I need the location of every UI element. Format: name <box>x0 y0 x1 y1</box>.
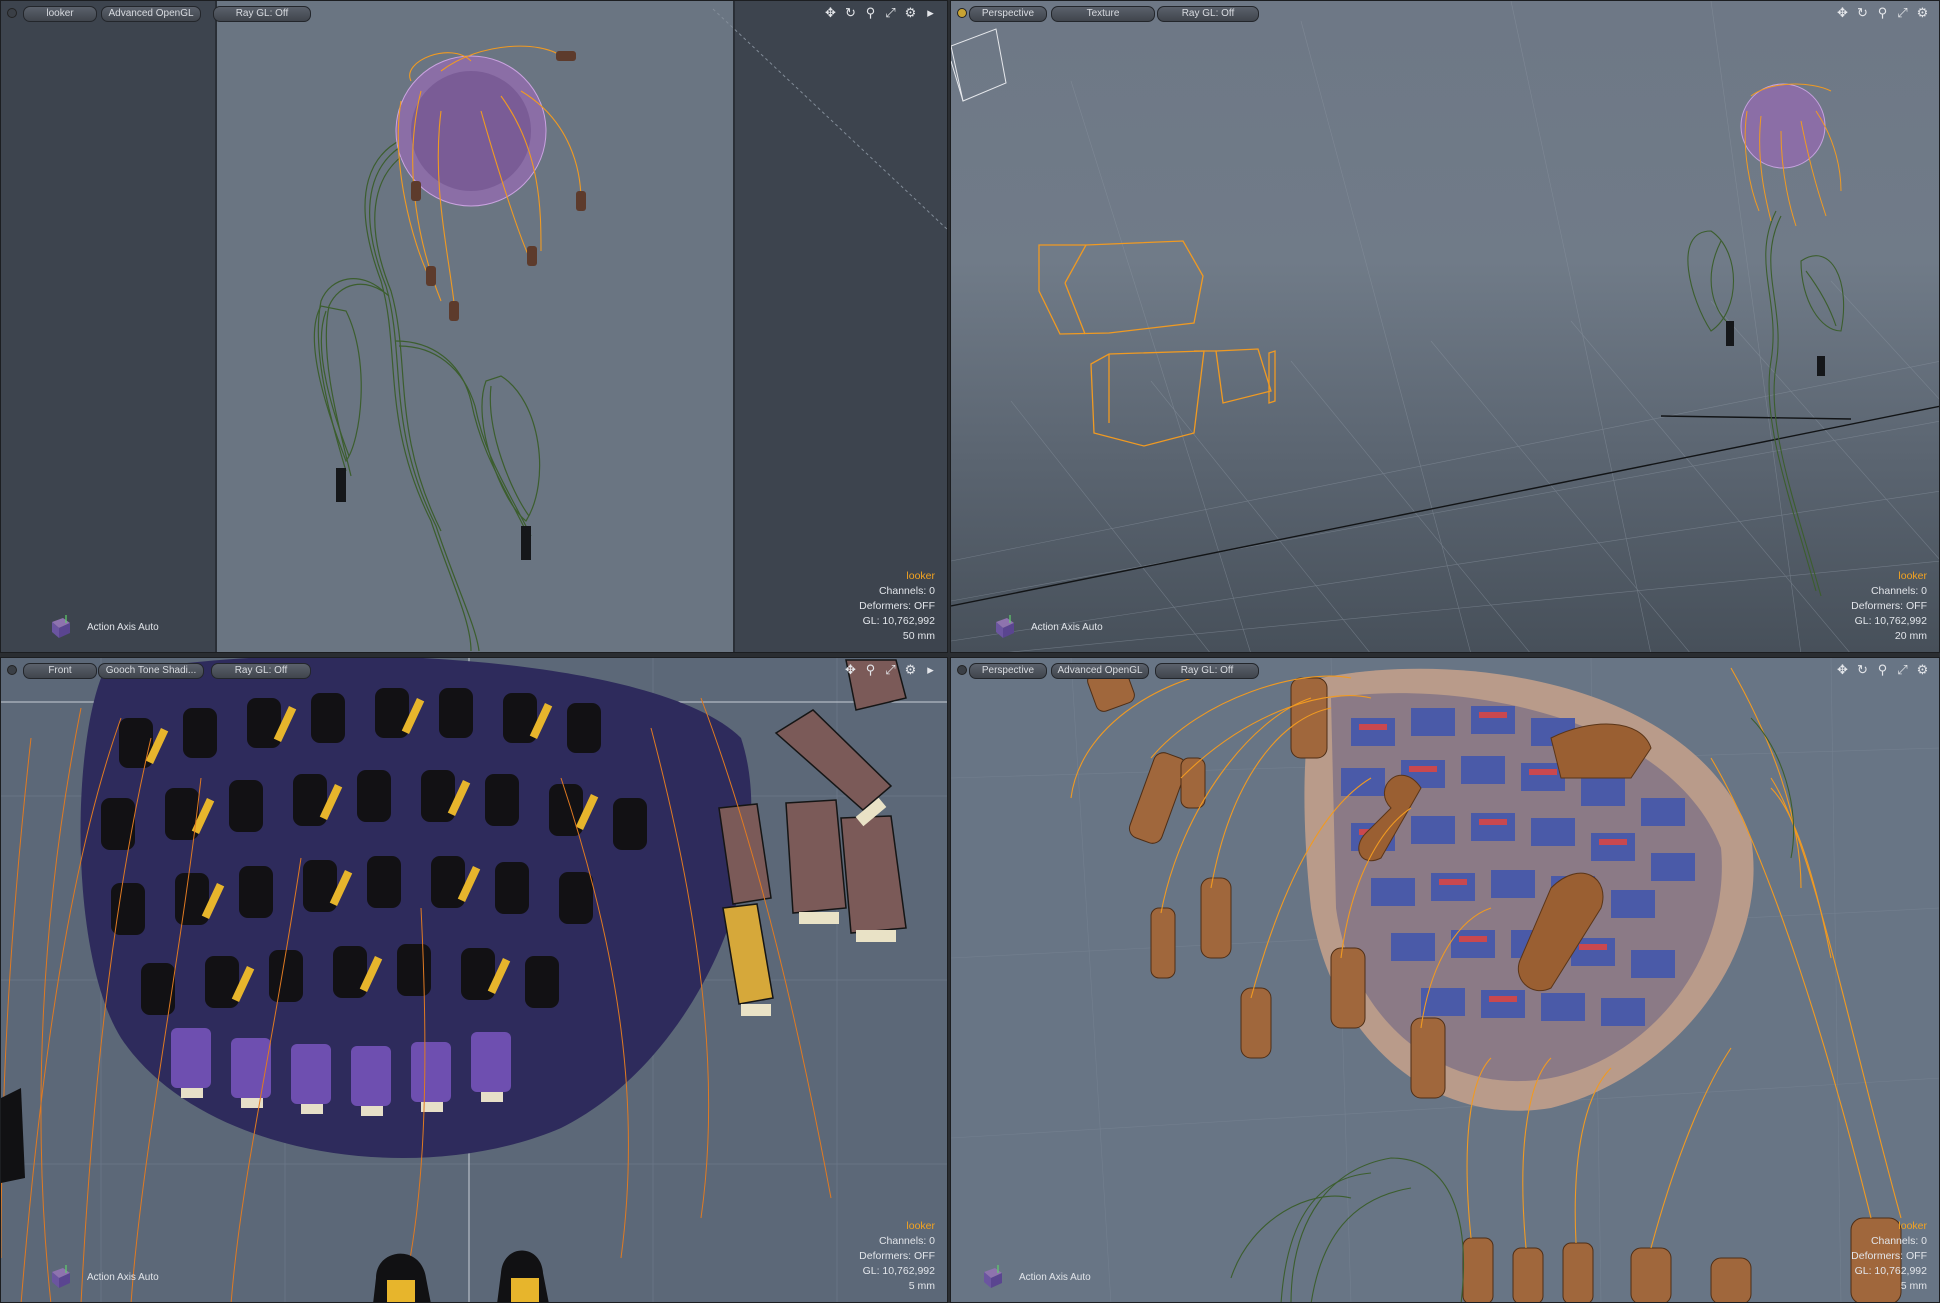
viewport-camera-header: looker Advanced OpenGL Ray GL: Off ✥ ↻ ⚲… <box>1 1 947 25</box>
move-icon[interactable]: ✥ <box>842 661 859 678</box>
rotate-icon[interactable]: ↻ <box>1854 661 1871 678</box>
info-scale: 20 mm <box>1894 630 1927 642</box>
zoom-icon[interactable]: ⚲ <box>1874 4 1891 21</box>
viewport-front-gooch[interactable]: Front Gooch Tone Shadi... Ray GL: Off ✥ … <box>0 657 948 1303</box>
perspective-scene <box>951 1 1939 652</box>
action-axis-widget: Action Axis Auto <box>49 614 159 640</box>
menu-arrow-icon[interactable]: ▸ <box>922 661 939 678</box>
camera-mask-right <box>734 1 947 652</box>
info-gl-count: GL: 10,762,992 <box>1854 615 1927 627</box>
viewport-perspective-texture-header: Perspective Texture Ray GL: Off ✥ ↻ ⚲ ⤢ … <box>951 1 1939 25</box>
sunflower-head-perspective <box>1304 668 1754 1111</box>
tab-raygl[interactable]: Ray GL: Off <box>1155 663 1259 679</box>
info-scale: 50 mm <box>902 630 935 642</box>
info-deformers: Deformers: OFF <box>859 600 935 612</box>
info-item-name: looker <box>1898 1220 1927 1232</box>
gear-icon[interactable]: ⚙ <box>902 4 919 21</box>
sunflower-model-perspective <box>1687 83 1845 597</box>
viewport-tools: ✥ ↻ ⚲ ⤢ ⚙ ▸ <box>822 4 939 21</box>
viewport-tools: ✥ ↻ ⚲ ⤢ ⚙ <box>1834 4 1931 21</box>
camera-wireframe <box>1038 240 1276 447</box>
viewport-front-gooch-header: Front Gooch Tone Shadi... Ray GL: Off ✥ … <box>1 658 947 682</box>
viewport-perspective-texture[interactable]: Perspective Texture Ray GL: Off ✥ ↻ ⚲ ⤢ … <box>950 0 1940 653</box>
info-item-name: looker <box>906 570 935 582</box>
maximize-icon[interactable]: ⤢ <box>882 4 899 21</box>
action-axis-widget: Action Axis Auto <box>49 1264 159 1290</box>
viewport-camera[interactable]: looker Advanced OpenGL Ray GL: Off ✥ ↻ ⚲… <box>0 0 948 653</box>
axis-cube-icon <box>996 615 1014 638</box>
action-axis-label: Action Axis Auto <box>1031 621 1103 633</box>
info-gl-count: GL: 10,762,992 <box>1854 1265 1927 1277</box>
gear-icon[interactable]: ⚙ <box>1914 4 1931 21</box>
info-channels: Channels: 0 <box>1870 1235 1927 1247</box>
gear-icon[interactable]: ⚙ <box>902 661 919 678</box>
info-item-name: looker <box>906 1220 935 1232</box>
viewport-perspective-opengl-header: Perspective Advanced OpenGL Ray GL: Off … <box>951 658 1939 682</box>
viewport-info: looker Channels: 0 Deformers: OFF GL: 10… <box>1851 1219 1927 1294</box>
action-axis-widget: Action Axis Auto <box>993 614 1103 640</box>
viewport-info: looker Channels: 0 Deformers: OFF GL: 10… <box>1851 569 1927 644</box>
rotate-icon[interactable]: ↻ <box>842 4 859 21</box>
tab-view-looker[interactable]: looker <box>23 6 97 22</box>
tab-shading-advanced-opengl[interactable]: Advanced OpenGL <box>101 6 201 22</box>
viewport-menu-button[interactable] <box>7 665 17 675</box>
info-gl-count: GL: 10,762,992 <box>862 615 935 627</box>
perspective-opengl-scene <box>951 658 1939 1302</box>
viewport-info: looker Channels: 0 Deformers: OFF GL: 10… <box>859 569 935 644</box>
tab-shading-gooch[interactable]: Gooch Tone Shadi... <box>98 663 204 679</box>
zoom-icon[interactable]: ⚲ <box>1874 661 1891 678</box>
info-gl-count: GL: 10,762,992 <box>862 1265 935 1277</box>
maximize-icon[interactable]: ⤢ <box>1894 661 1911 678</box>
action-axis-label: Action Axis Auto <box>87 1271 159 1283</box>
info-scale: 5 mm <box>1900 1280 1927 1292</box>
tab-raygl[interactable]: Ray GL: Off <box>211 663 311 679</box>
viewport-menu-button[interactable] <box>957 8 967 18</box>
menu-arrow-icon[interactable]: ▸ <box>922 4 939 21</box>
gear-icon[interactable]: ⚙ <box>1914 661 1931 678</box>
viewport-perspective-opengl[interactable]: Perspective Advanced OpenGL Ray GL: Off … <box>950 657 1940 1303</box>
tab-view-perspective[interactable]: Perspective <box>969 663 1047 679</box>
info-deformers: Deformers: OFF <box>859 1250 935 1262</box>
viewport-menu-button[interactable] <box>957 665 967 675</box>
sunflower-model <box>313 45 586 652</box>
action-axis-label: Action Axis Auto <box>1019 1271 1091 1283</box>
info-scale: 5 mm <box>908 1280 935 1292</box>
viewport-menu-button[interactable] <box>7 8 17 18</box>
move-icon[interactable]: ✥ <box>1834 661 1851 678</box>
axis-cube-icon <box>52 615 70 638</box>
tab-raygl[interactable]: Ray GL: Off <box>1157 6 1259 22</box>
maximize-icon[interactable]: ⤢ <box>1894 4 1911 21</box>
front-scene <box>1 658 947 1302</box>
tab-view-front[interactable]: Front <box>23 663 97 679</box>
maximize-icon[interactable]: ⤢ <box>882 661 899 678</box>
camera-scene <box>1 1 947 652</box>
move-icon[interactable]: ✥ <box>822 4 839 21</box>
axis-cube-icon <box>52 1265 70 1288</box>
info-item-name: looker <box>1898 570 1927 582</box>
camera-mask-left <box>1 1 216 652</box>
zoom-icon[interactable]: ⚲ <box>862 4 879 21</box>
tab-view-perspective[interactable]: Perspective <box>969 6 1047 22</box>
axis-cube-icon <box>984 1265 1002 1288</box>
info-channels: Channels: 0 <box>1870 585 1927 597</box>
info-deformers: Deformers: OFF <box>1851 600 1927 612</box>
info-deformers: Deformers: OFF <box>1851 1250 1927 1262</box>
viewport-tools: ✥ ⚲ ⤢ ⚙ ▸ <box>842 661 939 678</box>
info-channels: Channels: 0 <box>878 585 935 597</box>
zoom-icon[interactable]: ⚲ <box>862 661 879 678</box>
tab-raygl[interactable]: Ray GL: Off <box>213 6 311 22</box>
grey-cube-wireframe <box>951 28 1007 102</box>
tab-shading-texture[interactable]: Texture <box>1051 6 1155 22</box>
move-icon[interactable]: ✥ <box>1834 4 1851 21</box>
action-axis-label: Action Axis Auto <box>87 621 159 633</box>
viewport-tools: ✥ ↻ ⚲ ⤢ ⚙ <box>1834 661 1931 678</box>
viewport-info: looker Channels: 0 Deformers: OFF GL: 10… <box>859 1219 935 1294</box>
info-channels: Channels: 0 <box>878 1235 935 1247</box>
rotate-icon[interactable]: ↻ <box>1854 4 1871 21</box>
action-axis-widget: Action Axis Auto <box>981 1264 1091 1290</box>
tab-shading-advanced-opengl[interactable]: Advanced OpenGL <box>1051 663 1149 679</box>
